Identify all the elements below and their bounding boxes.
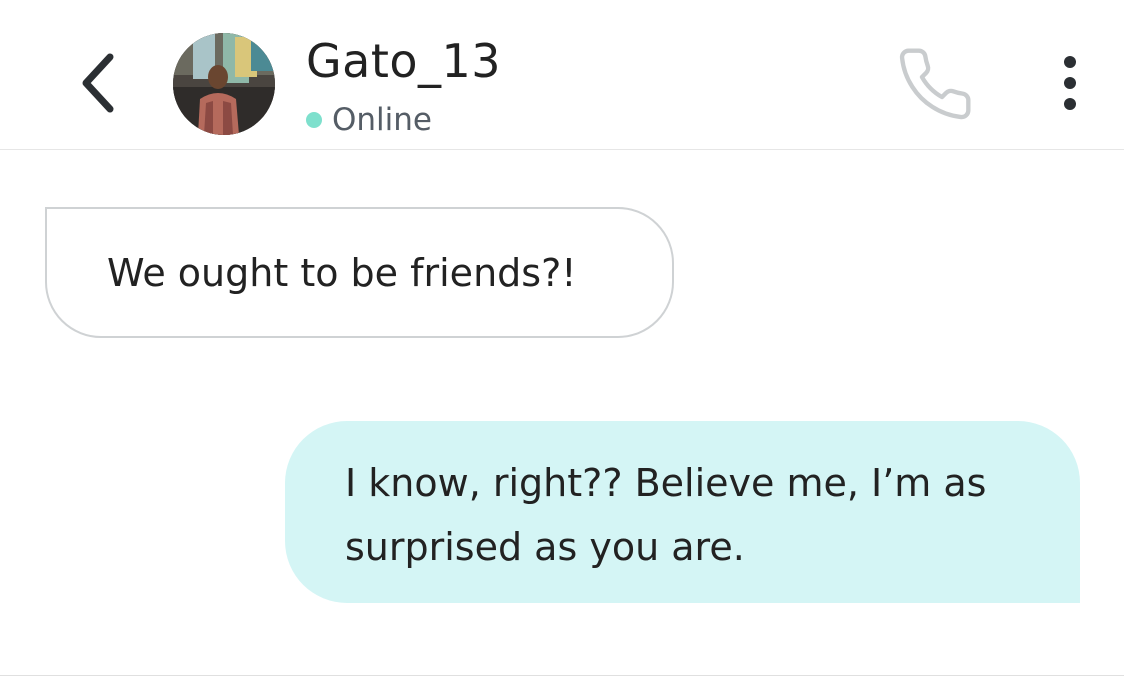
back-button[interactable] [68, 44, 128, 122]
status-indicator: Online [306, 100, 432, 140]
status-text: Online [332, 102, 432, 138]
call-button[interactable] [893, 42, 977, 126]
vertical-dots-icon [1064, 56, 1076, 110]
chat-header: Gato_13 Online [0, 0, 1124, 150]
message-text: I know, right?? Believe me, I’m as surpr… [345, 461, 987, 569]
divider [0, 675, 1124, 676]
message-text: We ought to be friends?! [107, 250, 577, 295]
more-options-button[interactable] [1044, 45, 1096, 121]
phone-icon [899, 48, 971, 120]
chevron-left-icon [82, 53, 114, 113]
avatar-photo [173, 33, 275, 135]
avatar[interactable] [173, 33, 275, 135]
outgoing-message-bubble[interactable]: I know, right?? Believe me, I’m as surpr… [285, 421, 1080, 603]
online-dot-icon [306, 112, 322, 128]
contact-name: Gato_13 [306, 34, 502, 88]
incoming-message-bubble[interactable]: We ought to be friends?! [45, 207, 674, 338]
chat-screen: Gato_13 Online We ought to be friends?! … [0, 0, 1124, 682]
